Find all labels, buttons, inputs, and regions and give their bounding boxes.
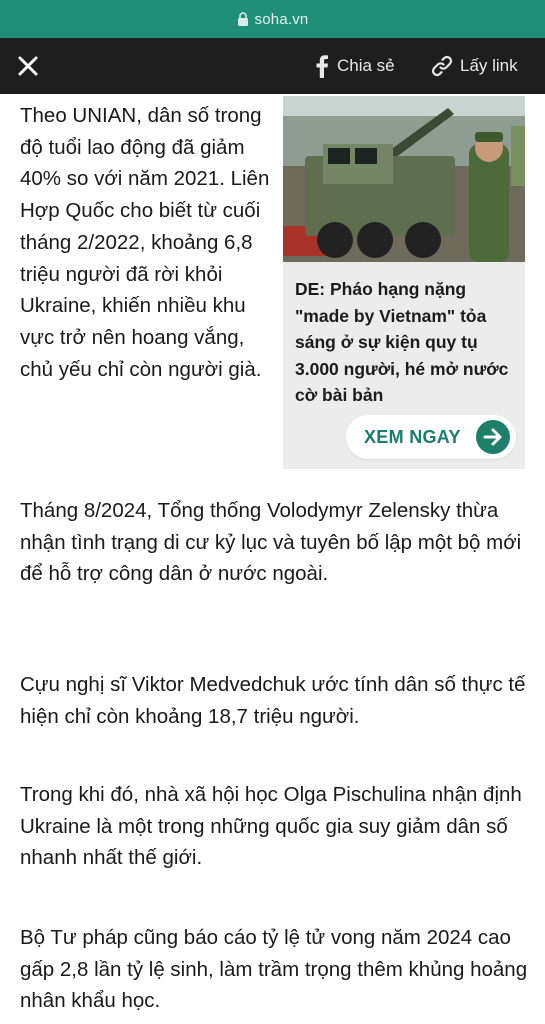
facebook-icon <box>316 55 328 78</box>
article-paragraph: Trong khi đó, nhà xã hội học Olga Pischu… <box>20 783 522 870</box>
article-paragraph: Theo UNIAN, dân số trong độ tuổi lao độn… <box>20 104 270 381</box>
share-label: Chia sẻ <box>337 56 395 75</box>
close-button[interactable] <box>16 54 40 78</box>
browser-url-bar[interactable]: soha.vn <box>0 0 545 38</box>
arrow-right-icon <box>476 420 510 454</box>
lock-icon <box>237 12 249 26</box>
article-paragraph: Tháng 8/2024, Tổng thống Volodymyr Zelen… <box>20 499 522 586</box>
share-button[interactable]: Chia sẻ <box>315 52 395 80</box>
view-now-label: XEM NGAY <box>364 426 461 447</box>
related-article-card[interactable]: DE: Pháo hạng nặng "made by Vietnam" tỏa… <box>283 96 525 469</box>
article-toolbar: Chia sẻ Lấy link <box>0 38 545 94</box>
related-article-title: DE: Pháo hạng nặng "made by Vietnam" tỏa… <box>295 279 509 405</box>
article-paragraph: Bộ Tư pháp cũng báo cáo tỷ lệ tử vong nă… <box>20 926 528 1013</box>
view-now-button[interactable]: XEM NGAY <box>346 415 516 459</box>
close-icon <box>18 56 38 76</box>
related-article-image <box>283 96 525 262</box>
url-text: soha.vn <box>254 10 309 28</box>
get-link-button[interactable]: Lấy link <box>430 52 518 80</box>
link-icon <box>431 55 453 77</box>
article-paragraph: Cựu nghị sĩ Viktor Medvedchuk ước tính d… <box>20 673 526 728</box>
get-link-label: Lấy link <box>460 56 518 75</box>
